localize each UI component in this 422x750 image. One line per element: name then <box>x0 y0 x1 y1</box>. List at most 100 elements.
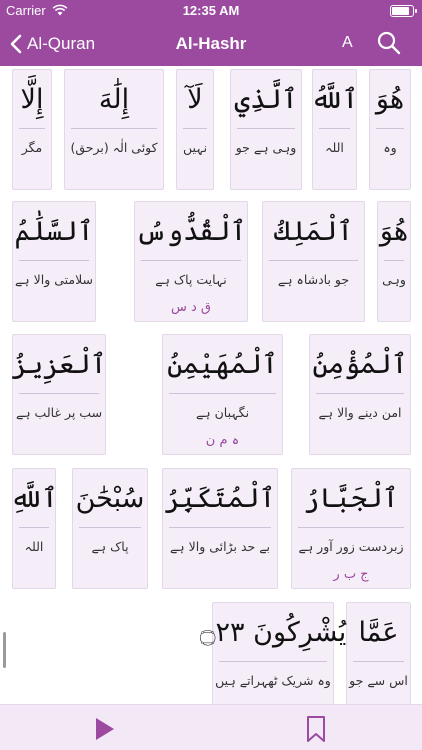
arabic-word: ٱلْجَبَّارُ <box>303 482 399 514</box>
bookmark-icon[interactable] <box>304 715 328 743</box>
urdu-meaning: نگہبان ہے <box>195 404 250 420</box>
word-card[interactable]: إِلَّا مگر <box>12 69 52 190</box>
arabic-word: هُوَ <box>375 83 405 115</box>
word-card[interactable]: ٱلْمُؤْمِنُ امن دینے والا ہے <box>309 334 411 455</box>
word-card[interactable]: ٱللَّهُ اللہ <box>310 69 359 190</box>
word-card[interactable]: ٱلْمَلِكُ جو بادشاہ ہے <box>262 201 365 322</box>
urdu-meaning: جو بادشاہ ہے <box>277 271 350 287</box>
word-card[interactable]: ٱلْعَزِيزُ سب پر غالب ہے <box>12 334 106 455</box>
arabic-word: إِلَٰهَ <box>98 83 130 115</box>
divider <box>79 527 141 528</box>
divider <box>319 128 350 129</box>
word-card[interactable]: ٱلْجَبَّارُ زبردست زور آور ہے ج ب ر <box>291 468 411 589</box>
word-card[interactable]: إِلَٰهَ کوئی الٰہ (برحق) <box>64 69 164 190</box>
root-letters <box>215 696 331 704</box>
search-icon[interactable] <box>376 30 402 56</box>
arabic-word: لَآ <box>187 83 203 115</box>
urdu-meaning: وہ شریک ٹھہراتے ہیں <box>215 672 331 688</box>
divider <box>376 128 404 129</box>
urdu-meaning: نہایت پاک ہے <box>155 271 227 287</box>
word-card[interactable]: ٱلْقُدُّوسُ نہایت پاک ہے ق د س <box>134 201 248 322</box>
urdu-meaning: اس سے جو <box>349 672 408 688</box>
play-icon[interactable] <box>90 715 118 743</box>
arabic-word: ٱلْمَلِكُ <box>273 215 354 247</box>
divider <box>19 128 45 129</box>
divider <box>298 527 404 528</box>
divider <box>183 128 207 129</box>
divider <box>19 260 89 261</box>
word-card[interactable]: هُوَ وہ <box>369 69 411 190</box>
root-letters <box>315 163 354 187</box>
word-card[interactable]: ٱلسَّلَٰمُ سلامتی والا ہے <box>12 201 96 322</box>
urdu-meaning: پاک ہے <box>91 538 129 554</box>
root-letters <box>165 562 275 586</box>
word-card[interactable]: لَآ نہیں <box>176 69 214 190</box>
back-label: Al-Quran <box>27 34 96 53</box>
arabic-word: ٱلْمُؤْمِنُ <box>312 348 408 380</box>
word-card[interactable]: ٱللَّهِ اللہ <box>10 468 58 589</box>
divider <box>219 661 327 662</box>
word-card[interactable]: ٱلْمُتَكَبِّرُ بے حد بڑائی والا ہے <box>162 468 278 589</box>
urdu-meaning: مگر <box>21 139 43 155</box>
divider <box>353 661 404 662</box>
word-card[interactable]: ٱلْمُهَيْمِنُ نگہبان ہے ہ م ن <box>162 334 283 455</box>
root-letters <box>233 163 299 187</box>
arabic-word: سُبْحَٰنَ <box>75 482 145 514</box>
divider <box>141 260 241 261</box>
root-letters: ج ب ر <box>333 566 369 582</box>
root-letters: ہ م ن <box>205 432 240 448</box>
root-letters <box>380 295 408 319</box>
scroll-indicator[interactable] <box>3 632 6 668</box>
urdu-meaning: سب پر غالب ہے <box>15 404 103 420</box>
arabic-word: ٱلْمُهَيْمِنُ <box>167 348 278 380</box>
word-card[interactable]: ٱلَّذِي وہی ہے جو <box>230 69 302 190</box>
root-letters <box>15 562 53 586</box>
arabic-word: ٱلْعَزِيزُ <box>11 348 107 380</box>
word-card[interactable]: هُوَ وہی <box>377 201 411 322</box>
root-letters: ق د س <box>171 299 212 315</box>
divider <box>71 128 157 129</box>
divider <box>169 527 271 528</box>
status-bar: Carrier 12:35 AM <box>0 0 422 22</box>
battery-icon <box>390 5 417 17</box>
root-letters <box>67 163 161 187</box>
root-letters <box>75 562 145 586</box>
urdu-meaning: سلامتی والا ہے <box>14 271 94 287</box>
urdu-meaning: نہیں <box>182 139 208 155</box>
urdu-meaning: اللہ <box>325 139 344 155</box>
root-letters <box>312 428 408 452</box>
arabic-word: إِلَّا <box>20 83 44 115</box>
arabic-word: ٱلْقُدُّوسُ <box>135 215 247 247</box>
divider <box>19 393 99 394</box>
word-card[interactable]: يُشْرِكُونَ ۝٢٣ وہ شریک ٹھہراتے ہیں <box>200 602 346 704</box>
arabic-word: عَمَّا <box>358 616 399 648</box>
divider <box>169 393 276 394</box>
back-button[interactable]: Al-Quran <box>10 30 95 58</box>
arabic-word: هُوَ <box>379 215 409 247</box>
urdu-meaning: وہی <box>382 271 406 287</box>
word-card[interactable]: عَمَّا اس سے جو <box>346 602 411 704</box>
urdu-meaning: امن دینے والا ہے <box>318 404 402 420</box>
divider <box>384 260 404 261</box>
urdu-meaning: زبردست زور آور ہے <box>298 538 404 554</box>
arabic-word: ٱللَّهِ <box>10 482 58 514</box>
arabic-word: ٱلَّذِي <box>234 83 298 115</box>
divider <box>316 393 404 394</box>
status-time: 12:35 AM <box>182 3 240 18</box>
urdu-meaning: وہ <box>383 139 397 155</box>
word-grid: هُوَ وہ ٱللَّهُ اللہ ٱلَّذِي وہی ہے جو ل… <box>0 66 422 704</box>
root-letters <box>265 295 362 319</box>
word-card[interactable]: سُبْحَٰنَ پاک ہے <box>72 468 148 589</box>
urdu-meaning: وہی ہے جو <box>235 139 297 155</box>
font-size-button[interactable]: A <box>342 34 353 52</box>
root-letters <box>179 163 211 187</box>
root-letters <box>372 163 408 187</box>
battery-fill <box>392 7 409 15</box>
root-letters <box>349 696 408 704</box>
arabic-word: ٱللَّهُ <box>310 83 359 115</box>
chevron-left-icon <box>10 34 22 54</box>
nav-bar: Al-Quran Al-Hashr A <box>0 22 422 66</box>
divider <box>269 260 358 261</box>
urdu-meaning: کوئی الٰہ (برحق) <box>70 139 158 155</box>
urdu-meaning: اللہ <box>24 538 44 554</box>
